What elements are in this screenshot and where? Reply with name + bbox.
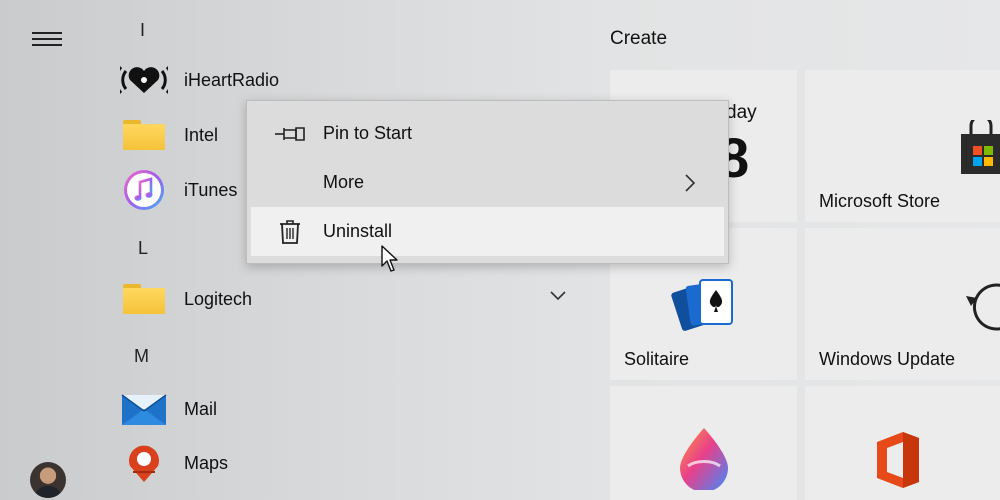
app-label: iTunes — [184, 179, 238, 200]
user-avatar[interactable] — [30, 462, 66, 498]
tile-office[interactable] — [805, 386, 1000, 500]
context-menu: Pin to Start More Uninstall — [246, 100, 729, 264]
app-label: Intel — [184, 124, 219, 145]
chevron-right-icon — [684, 173, 696, 198]
letter-header-i[interactable]: I — [140, 20, 145, 41]
trash-icon — [251, 219, 323, 245]
app-label: Logitech — [184, 288, 253, 309]
mouse-cursor-icon — [380, 244, 402, 279]
left-rail — [0, 0, 100, 500]
tile-group-header[interactable]: Create — [610, 28, 667, 50]
menu-item-more[interactable]: More — [251, 158, 724, 207]
mail-icon — [120, 389, 168, 429]
office-icon — [869, 430, 925, 495]
app-item-maps[interactable]: Maps — [120, 440, 580, 486]
folder-icon — [120, 115, 168, 155]
chevron-down-icon[interactable] — [550, 288, 566, 306]
tile-label: Solitaire — [624, 349, 690, 369]
menu-item-uninstall[interactable]: Uninstall — [251, 207, 724, 256]
iheartradio-icon — [120, 60, 168, 100]
app-item-iheartradio[interactable]: iHeartRadio — [120, 57, 580, 103]
letter-header-m[interactable]: M — [134, 346, 149, 367]
tile-label: Windows Update — [819, 349, 956, 369]
tile-microsoft-store[interactable]: Microsoft Store — [805, 70, 1000, 222]
menu-item-label: More — [323, 172, 365, 192]
paint-icon — [674, 426, 734, 495]
calendar-day-text: day — [726, 102, 757, 123]
app-label: Mail — [184, 398, 218, 419]
tile-paint[interactable] — [610, 386, 797, 500]
windows-update-icon — [963, 278, 1000, 339]
hamburger-menu-icon[interactable] — [32, 30, 64, 50]
microsoft-store-icon — [957, 114, 1000, 181]
menu-item-pin-to-start[interactable]: Pin to Start — [251, 109, 724, 158]
app-label: Maps — [184, 452, 229, 473]
tile-windows-update[interactable]: Windows Update — [805, 228, 1000, 380]
app-item-mail[interactable]: Mail — [120, 386, 580, 432]
folder-icon — [120, 279, 168, 319]
tile-label: Microsoft Store — [819, 191, 941, 211]
itunes-icon — [120, 170, 168, 210]
menu-item-label: Uninstall — [323, 221, 393, 241]
menu-item-label: Pin to Start — [323, 123, 413, 143]
app-label: iHeartRadio — [184, 69, 280, 90]
maps-icon — [120, 443, 168, 483]
solitaire-icon — [670, 276, 740, 339]
letter-header-l[interactable]: L — [138, 238, 148, 259]
app-item-logitech[interactable]: Logitech — [120, 276, 580, 322]
pin-icon — [251, 126, 323, 142]
